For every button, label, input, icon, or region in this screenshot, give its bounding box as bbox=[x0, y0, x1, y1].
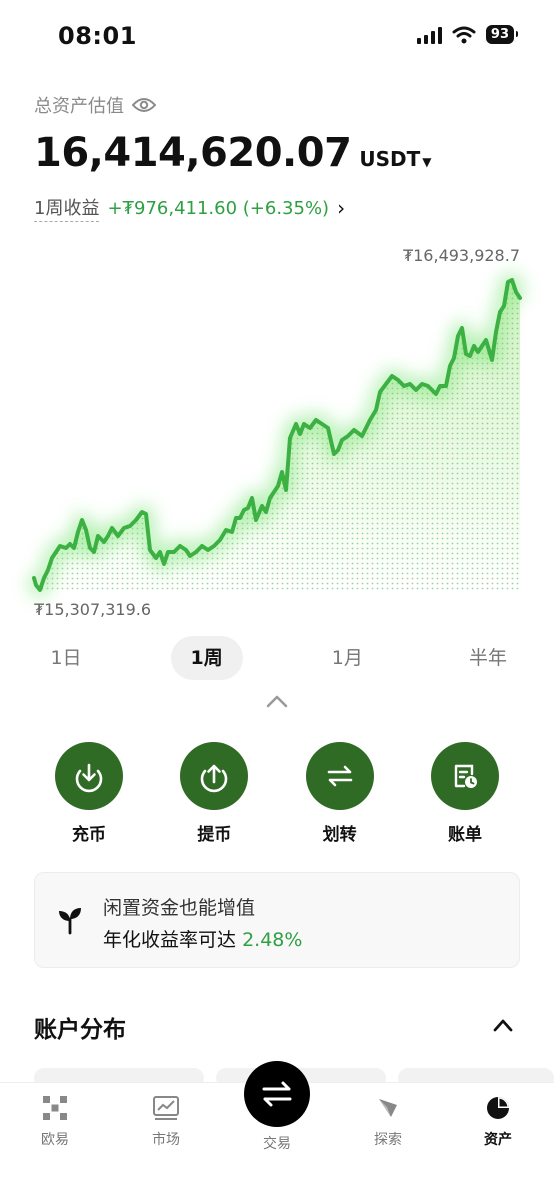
bill-button[interactable]: 账单 bbox=[410, 742, 520, 845]
eye-icon[interactable] bbox=[132, 97, 156, 113]
withdraw-button[interactable]: 提币 bbox=[159, 742, 269, 845]
nav-market-label: 市场 bbox=[152, 1132, 180, 1148]
tab-6m[interactable]: 半年 bbox=[452, 636, 524, 680]
tab-1w[interactable]: 1周 bbox=[170, 636, 243, 680]
nav-assets[interactable]: 资产 bbox=[458, 1095, 538, 1149]
status-bar: 08:01 93 bbox=[0, 0, 554, 72]
chevron-up-icon[interactable] bbox=[265, 694, 289, 708]
chart-min-label: ₮15,307,319.6 bbox=[34, 600, 152, 619]
nav-home[interactable]: 欧易 bbox=[15, 1095, 95, 1149]
nav-market[interactable]: 市场 bbox=[126, 1095, 206, 1149]
promo-subtitle-text: 年化收益率可达 bbox=[103, 929, 237, 951]
nav-explore-label: 探索 bbox=[374, 1132, 402, 1148]
transfer-icon bbox=[305, 742, 374, 810]
account-distribution-title: 账户分布 bbox=[34, 1017, 126, 1043]
range-tabs: 1日 1周 1月 半年 bbox=[30, 636, 524, 680]
weekly-pnl-label: 1周收益 bbox=[34, 194, 100, 222]
promo-subtitle: 年化收益率可达 2.48% bbox=[103, 925, 302, 952]
bottom-nav: 欧易 市场 交易 探索 资产 bbox=[0, 1061, 554, 1200]
bill-label: 账单 bbox=[447, 825, 482, 845]
nav-trade-label: 交易 bbox=[263, 1136, 291, 1152]
chevron-up-icon[interactable] bbox=[492, 1018, 514, 1032]
transfer-button[interactable]: 划转 bbox=[285, 742, 395, 845]
status-icons: 93 bbox=[416, 25, 519, 44]
asset-chart bbox=[0, 236, 554, 626]
total-assets-label-row: 总资产估值 bbox=[34, 92, 156, 118]
signal-icon bbox=[416, 26, 442, 44]
asset-chart-svg bbox=[27, 273, 526, 597]
bill-icon bbox=[430, 742, 499, 810]
battery-icon: 93 bbox=[485, 25, 519, 44]
tab-1d[interactable]: 1日 bbox=[30, 636, 102, 680]
trade-button[interactable] bbox=[244, 1061, 310, 1127]
deposit-label: 充币 bbox=[72, 825, 106, 845]
weekly-pnl-row[interactable]: 1周收益 +₮976,411.60 (+6.35%) › bbox=[34, 194, 345, 222]
chevron-right-icon: › bbox=[337, 196, 346, 220]
assets-pie-icon bbox=[487, 1097, 509, 1119]
explore-compass-icon bbox=[379, 1099, 397, 1117]
trade-swap-icon bbox=[262, 1081, 292, 1107]
total-assets-label: 总资产估值 bbox=[34, 96, 124, 117]
savings-promo-card[interactable]: 闲置资金也能增值 年化收益率可达 2.48% bbox=[34, 872, 520, 968]
withdraw-icon bbox=[180, 742, 249, 810]
deposit-button[interactable]: 充币 bbox=[34, 742, 144, 845]
nav-explore[interactable]: 探索 bbox=[348, 1095, 428, 1149]
market-chart-icon bbox=[153, 1096, 179, 1120]
transfer-label: 划转 bbox=[322, 825, 357, 845]
weekly-pnl-value: +₮976,411.60 (+6.35%) bbox=[107, 197, 330, 219]
caret-down-icon: ▼ bbox=[422, 155, 432, 169]
promo-title: 闲置资金也能增值 bbox=[103, 897, 256, 919]
wifi-icon bbox=[452, 26, 476, 43]
promo-rate: 2.48% bbox=[242, 929, 303, 951]
status-time: 08:01 bbox=[58, 22, 137, 50]
currency-label: USDT bbox=[359, 147, 421, 171]
total-assets-row: 16,414,620.07 USDT ▼ bbox=[34, 130, 432, 176]
nav-home-label: 欧易 bbox=[41, 1132, 69, 1148]
currency-selector[interactable]: USDT ▼ bbox=[359, 147, 431, 171]
sprout-icon bbox=[59, 908, 81, 935]
total-assets-value: 16,414,620.07 bbox=[34, 130, 352, 176]
quick-actions: 充币 提币 划转 账单 bbox=[34, 742, 520, 845]
deposit-icon bbox=[55, 742, 123, 810]
okx-logo-icon bbox=[43, 1096, 67, 1120]
withdraw-label: 提币 bbox=[197, 825, 232, 845]
nav-assets-label: 资产 bbox=[484, 1132, 512, 1148]
tab-1m[interactable]: 1月 bbox=[311, 636, 383, 680]
